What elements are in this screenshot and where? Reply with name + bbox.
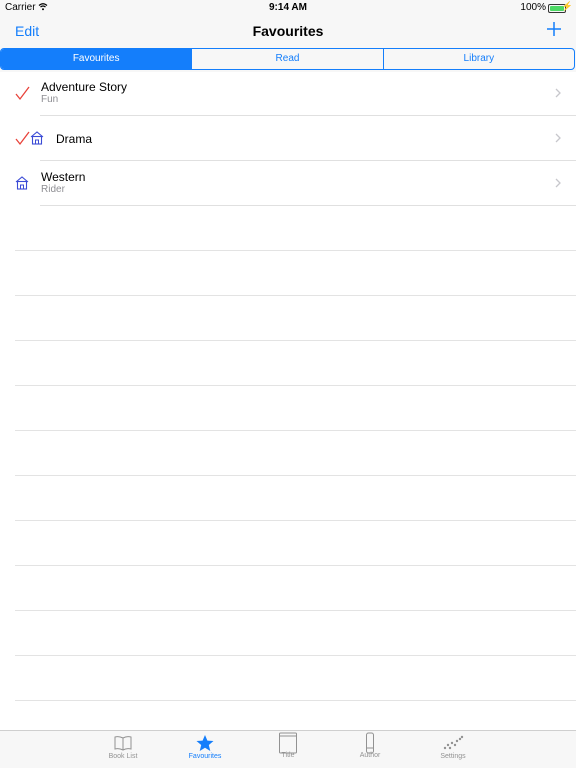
navigation-bar: Edit Favourites	[0, 16, 576, 46]
star-icon	[196, 735, 214, 751]
segment-favourites[interactable]: Favourites	[1, 49, 192, 69]
house-icon	[15, 176, 29, 190]
title-icon	[279, 732, 297, 754]
favourites-list: Adventure Story Fun Drama Western Rider	[0, 71, 576, 206]
empty-row	[0, 251, 576, 296]
status-time: 9:14 AM	[269, 2, 307, 13]
empty-row	[0, 656, 576, 701]
row-title: Adventure Story	[41, 80, 128, 94]
chevron-right-icon	[554, 176, 562, 190]
tab-label: Book List	[108, 753, 138, 760]
segment-library[interactable]: Library	[382, 49, 574, 69]
tab-book-list[interactable]: Book List	[93, 731, 153, 769]
empty-row	[0, 476, 576, 521]
empty-row	[0, 611, 576, 656]
tab-favourites[interactable]: Favourites	[175, 731, 235, 769]
tab-label: Settings	[440, 753, 466, 760]
segment-bar: Favourites Read Library	[0, 46, 576, 72]
house-icon	[30, 131, 44, 145]
checkmark-icon	[14, 85, 30, 101]
segment-read[interactable]: Read	[191, 49, 382, 69]
row-title: Western	[41, 170, 86, 184]
battery-percentage: 100%	[520, 2, 546, 13]
empty-row	[0, 341, 576, 386]
tab-label: Author	[359, 752, 381, 759]
chevron-right-icon	[554, 131, 562, 145]
empty-row	[0, 566, 576, 611]
tab-title[interactable]: Title	[258, 731, 318, 769]
row-subtitle: Rider	[41, 184, 65, 195]
book-icon	[114, 736, 132, 751]
tab-label: Title	[281, 752, 295, 759]
status-bar: Carrier 9:14 AM 100% ⚡	[0, 0, 576, 16]
empty-list-area	[0, 206, 576, 701]
tab-label: Favourites	[188, 753, 222, 760]
chevron-right-icon	[554, 86, 562, 100]
plus-icon[interactable]	[546, 21, 562, 37]
segmented-control: Favourites Read Library	[0, 48, 575, 70]
empty-row	[0, 296, 576, 341]
empty-row	[0, 206, 576, 251]
tab-settings[interactable]: Settings	[423, 731, 483, 769]
checkmark-icon	[14, 130, 30, 146]
row-subtitle: Fun	[41, 94, 59, 105]
empty-row	[0, 431, 576, 476]
list-item[interactable]: Adventure Story Fun	[0, 71, 576, 116]
author-icon	[366, 732, 374, 754]
charging-icon: ⚡	[561, 1, 573, 11]
page-title: Favourites	[252, 23, 324, 39]
settings-icon	[443, 735, 464, 750]
empty-row	[0, 386, 576, 431]
empty-row	[0, 521, 576, 566]
list-item[interactable]: Drama	[0, 116, 576, 161]
tab-bar: Book List Favourites Title Author Settin…	[0, 730, 576, 768]
row-title: Drama	[56, 132, 93, 146]
tab-author[interactable]: Author	[340, 731, 400, 769]
list-item[interactable]: Western Rider	[0, 161, 576, 206]
